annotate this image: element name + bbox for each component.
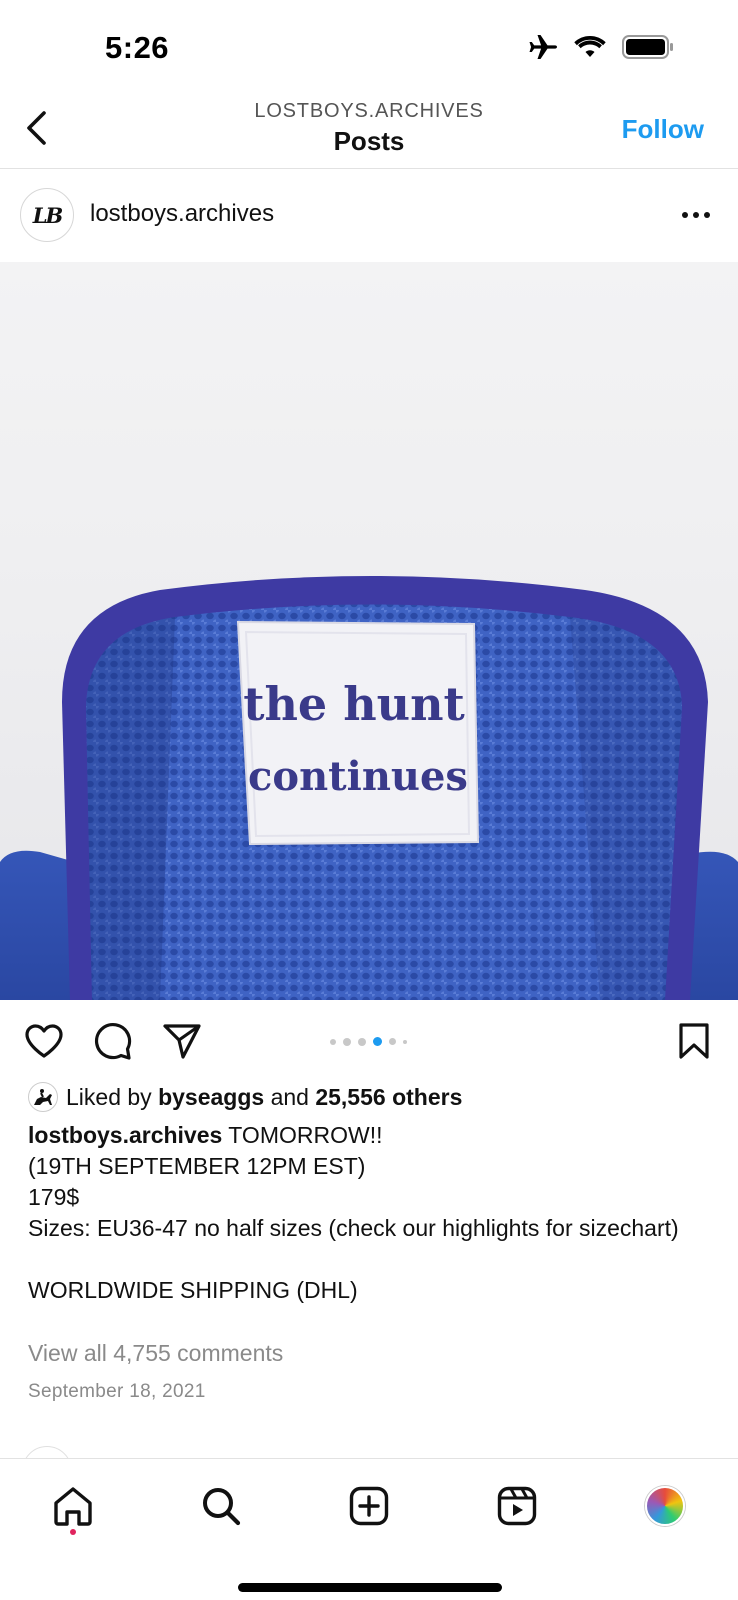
post-header: LB lostboys.archives bbox=[0, 170, 738, 262]
liker-avatar bbox=[28, 1082, 58, 1112]
carousel-dot bbox=[403, 1039, 407, 1044]
carousel-indicator bbox=[330, 1037, 407, 1046]
save-button[interactable] bbox=[672, 1019, 716, 1063]
caption-spacer bbox=[28, 1244, 708, 1275]
comment-button[interactable] bbox=[91, 1019, 135, 1063]
heart-icon bbox=[25, 1024, 63, 1058]
nav-header: LOSTBOYS.ARCHIVES Posts Follow bbox=[0, 92, 738, 169]
carousel-dot bbox=[389, 1038, 396, 1045]
send-icon bbox=[163, 1024, 201, 1059]
airplane-icon bbox=[528, 34, 558, 65]
bookmark-icon bbox=[679, 1023, 709, 1059]
share-button[interactable] bbox=[160, 1019, 204, 1063]
tab-profile[interactable] bbox=[640, 1481, 690, 1531]
status-time: 5:26 bbox=[105, 30, 170, 65]
tab-search[interactable] bbox=[196, 1481, 246, 1531]
comment-icon bbox=[94, 1022, 132, 1060]
caption-line: (19TH SEPTEMBER 12PM EST) bbox=[28, 1153, 366, 1179]
tab-create[interactable] bbox=[344, 1481, 394, 1531]
tab-home[interactable] bbox=[48, 1481, 98, 1531]
post-author-avatar[interactable]: LB bbox=[20, 188, 74, 242]
label-text-line2: continues bbox=[248, 753, 468, 800]
bottom-tab-bar bbox=[0, 1458, 738, 1600]
post-actions bbox=[0, 1005, 738, 1075]
likes-prefix: Liked by bbox=[66, 1083, 152, 1110]
avatar-logo: LB bbox=[32, 202, 63, 228]
more-horizontal-icon bbox=[682, 212, 710, 218]
horse-rider-icon bbox=[34, 1089, 52, 1105]
status-icons bbox=[528, 34, 674, 65]
like-button[interactable] bbox=[22, 1019, 66, 1063]
reels-icon bbox=[497, 1486, 537, 1526]
profile-avatar bbox=[645, 1486, 685, 1526]
home-icon bbox=[54, 1487, 92, 1526]
caption-line: 179$ bbox=[28, 1184, 80, 1210]
label-text-line1: the hunt bbox=[243, 677, 465, 731]
view-comments-link[interactable]: View all 4,755 comments bbox=[28, 1340, 283, 1367]
home-indicator bbox=[238, 1583, 502, 1592]
notification-dot bbox=[70, 1529, 76, 1535]
create-icon bbox=[349, 1486, 389, 1526]
carousel-dot bbox=[343, 1037, 351, 1046]
likes-summary[interactable]: Liked by byseaggs and 25,556 others bbox=[28, 1082, 462, 1112]
caption-line: TOMORROW!! bbox=[228, 1122, 383, 1148]
caption-line: Sizes: EU36-47 no half sizes (check our … bbox=[28, 1215, 679, 1241]
carousel-dot-active bbox=[373, 1037, 382, 1046]
post-date: September 18, 2021 bbox=[28, 1381, 206, 1402]
sneaker-tongue-photo: the hunt continues bbox=[0, 576, 738, 1000]
instagram-post-screen: 5:26 LOSTBOYS.ARCHIVES Posts Follow LB l… bbox=[0, 0, 738, 1600]
post-caption: lostboys.archives TOMORROW!! (19TH SEPTE… bbox=[28, 1120, 708, 1306]
liker-username[interactable]: byseaggs bbox=[158, 1084, 264, 1111]
status-bar: 5:26 bbox=[0, 0, 738, 92]
follow-button[interactable]: Follow bbox=[622, 114, 704, 145]
post-username[interactable]: lostboys.archives bbox=[90, 200, 274, 228]
more-options-button[interactable] bbox=[676, 200, 716, 230]
likes-connector: and bbox=[270, 1083, 309, 1110]
battery-icon bbox=[622, 34, 674, 65]
caption-username[interactable]: lostboys.archives bbox=[28, 1122, 222, 1148]
caption-line: WORLDWIDE SHIPPING (DHL) bbox=[28, 1277, 358, 1303]
wifi-icon bbox=[574, 35, 606, 64]
post-media-image[interactable]: the hunt continues bbox=[0, 262, 738, 1000]
search-icon bbox=[203, 1488, 241, 1526]
carousel-dot bbox=[358, 1037, 366, 1046]
tab-reels[interactable] bbox=[492, 1481, 542, 1531]
likes-count[interactable]: 25,556 others bbox=[315, 1084, 462, 1111]
carousel-dot bbox=[330, 1038, 336, 1045]
